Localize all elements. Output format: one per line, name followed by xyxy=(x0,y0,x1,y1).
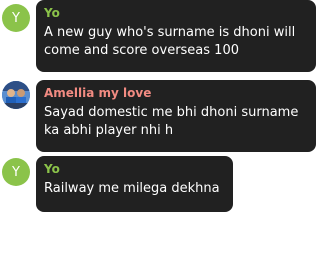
sender-name[interactable]: Yo xyxy=(44,162,223,177)
profile-photo xyxy=(2,81,30,109)
message-bubble[interactable]: Amellia my love Sayad domestic me bhi dh… xyxy=(36,80,316,152)
avatar[interactable]: Y xyxy=(2,158,30,186)
avatar-letter: Y xyxy=(12,164,20,180)
avatar[interactable]: Y xyxy=(2,4,30,32)
avatar-letter: Y xyxy=(12,10,20,26)
chat-thread: Y Yo A new guy who's surname is dhoni wi… xyxy=(0,0,320,262)
sender-name[interactable]: Yo xyxy=(44,6,306,21)
message-bubble[interactable]: Yo A new guy who's surname is dhoni will… xyxy=(36,0,316,72)
message-bubble[interactable]: Yo Railway me milega dekhna xyxy=(36,156,233,212)
message-text: A new guy who's surname is dhoni will co… xyxy=(44,25,296,58)
message-text: Sayad domestic me bhi dhoni surname ka a… xyxy=(44,105,299,138)
sender-name[interactable]: Amellia my love xyxy=(44,86,306,101)
avatar[interactable] xyxy=(2,81,30,109)
message-text: Railway me milega dekhna xyxy=(44,181,220,196)
